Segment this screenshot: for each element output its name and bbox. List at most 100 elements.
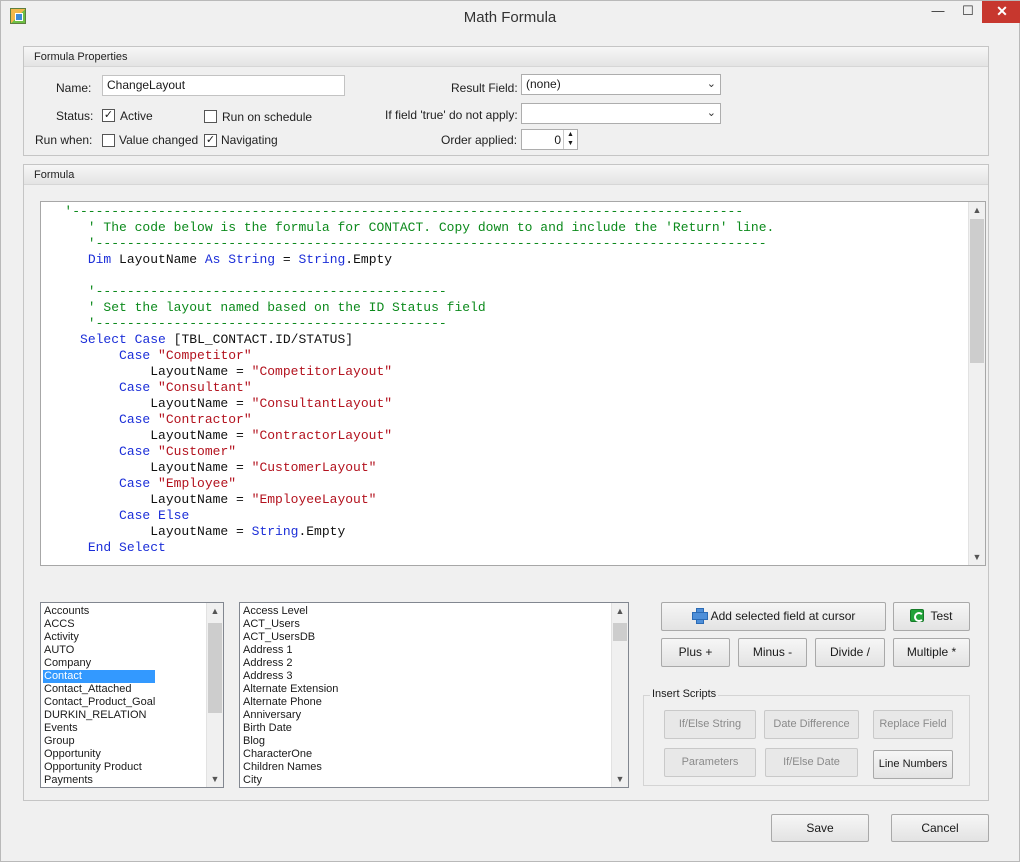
scroll-thumb[interactable] (208, 623, 222, 713)
order-applied-stepper[interactable]: 0 ▲ ▼ (521, 129, 578, 150)
run-on-schedule-label: Run on schedule (222, 110, 313, 124)
if-true-select[interactable]: ⌄ (521, 103, 721, 124)
code-line[interactable]: LayoutName = "ContractorLayout" (41, 428, 967, 444)
order-applied-value: 0 (554, 133, 561, 147)
code-line[interactable]: LayoutName = "EmployeeLayout" (41, 492, 967, 508)
line-numbers-button[interactable]: Line Numbers (873, 750, 953, 779)
code-line[interactable]: End Select (41, 540, 967, 556)
tables-list-item[interactable]: Opportunity Product (43, 761, 155, 774)
name-field[interactable]: ChangeLayout (102, 75, 345, 96)
fields-list-item[interactable]: CharacterOne (242, 748, 338, 761)
active-checkbox[interactable]: ✓ (102, 109, 115, 122)
code-line[interactable]: '---------------------------------------… (41, 284, 967, 300)
test-button[interactable]: Test (893, 602, 970, 631)
fields-list-item[interactable]: Children Names (242, 761, 338, 774)
code-line[interactable]: Case Else (41, 508, 967, 524)
fields-list-item[interactable]: Access Level (242, 605, 338, 618)
code-line[interactable]: Case "Consultant" (41, 380, 967, 396)
tables-list-item[interactable]: Contact_Product_Goal (43, 696, 155, 709)
close-button[interactable]: ✕ (982, 1, 1020, 23)
if-else-string-button[interactable]: If/Else String (664, 710, 756, 739)
if-true-label: If field 'true' do not apply: (385, 108, 518, 122)
multiple-button[interactable]: Multiple * (893, 638, 970, 667)
date-difference-button[interactable]: Date Difference (764, 710, 859, 739)
tables-list-item[interactable]: Contact (43, 670, 156, 683)
value-changed-label: Value changed (119, 133, 199, 147)
code-line[interactable]: LayoutName = String.Empty (41, 524, 967, 540)
plus-button[interactable]: Plus + (661, 638, 730, 667)
code-line[interactable]: ' The code below is the formula for CONT… (41, 220, 967, 236)
formula-code-editor[interactable]: '---------------------------------------… (40, 201, 986, 566)
tables-list-item[interactable]: Company (43, 657, 155, 670)
code-line[interactable]: '---------------------------------------… (41, 204, 967, 220)
tables-list-item[interactable]: Events (43, 722, 155, 735)
fields-list-item[interactable]: Alternate Phone (242, 696, 338, 709)
tables-list-item[interactable]: Payments (43, 774, 155, 787)
code-content[interactable]: '---------------------------------------… (41, 204, 967, 556)
name-label: Name: (56, 81, 92, 95)
code-line[interactable]: Case "Competitor" (41, 348, 967, 364)
code-line[interactable]: LayoutName = "CustomerLayout" (41, 460, 967, 476)
tables-listbox[interactable]: Accounts ACCS Activity AUTO Company Contact Co… (40, 602, 224, 788)
fields-scrollbar[interactable]: ▲ ▼ (611, 603, 628, 787)
editor-scrollbar[interactable]: ▲ ▼ (968, 202, 985, 565)
fields-list-item[interactable]: Anniversary (242, 709, 338, 722)
tables-list-item[interactable]: Group (43, 735, 155, 748)
tables-list-item[interactable]: DURKIN_RELATION (43, 709, 155, 722)
code-line[interactable]: Dim LayoutName As String = String.Empty (41, 252, 967, 268)
fields-list-item[interactable]: City (242, 774, 338, 787)
tables-list-item[interactable]: AUTO (43, 644, 155, 657)
code-line[interactable] (41, 268, 967, 284)
scroll-down-icon[interactable]: ▼ (612, 771, 628, 787)
scroll-thumb[interactable] (970, 219, 984, 363)
divide-button[interactable]: Divide / (815, 638, 885, 667)
parameters-button[interactable]: Parameters (664, 748, 756, 777)
code-line[interactable]: '---------------------------------------… (41, 316, 967, 332)
fields-list-item[interactable]: Alternate Extension (242, 683, 338, 696)
fields-list-item[interactable]: ACT_Users (242, 618, 338, 631)
tables-list-item[interactable]: ACCS (43, 618, 155, 631)
code-line[interactable]: LayoutName = "CompetitorLayout" (41, 364, 967, 380)
result-field-select[interactable]: (none) ⌄ (521, 74, 721, 95)
tables-list-item[interactable]: Opportunity (43, 748, 155, 761)
scroll-down-icon[interactable]: ▼ (969, 549, 985, 565)
code-line[interactable]: Case "Customer" (41, 444, 967, 460)
title-bar[interactable]: Math Formula — ☐ ✕ (1, 1, 1020, 32)
scroll-up-icon[interactable]: ▲ (612, 603, 628, 619)
code-line[interactable]: ' Set the layout named based on the ID S… (41, 300, 967, 316)
stepper-arrows-icon[interactable]: ▲ ▼ (563, 130, 577, 149)
cancel-button[interactable]: Cancel (891, 814, 989, 842)
scroll-down-icon[interactable]: ▼ (207, 771, 223, 787)
value-changed-checkbox[interactable] (102, 134, 115, 147)
minimize-button[interactable]: — (924, 1, 952, 23)
fields-list-item[interactable]: Address 2 (242, 657, 338, 670)
tables-list-item[interactable]: Activity (43, 631, 155, 644)
fields-list-item[interactable]: Address 3 (242, 670, 338, 683)
fields-list-item[interactable]: ACT_UsersDB (242, 631, 338, 644)
minus-button[interactable]: Minus - (738, 638, 807, 667)
fields-list-item[interactable]: Birth Date (242, 722, 338, 735)
fields-list-item[interactable]: Blog (242, 735, 338, 748)
order-applied-label: Order applied: (441, 133, 518, 147)
code-line[interactable]: Case "Contractor" (41, 412, 967, 428)
tables-scrollbar[interactable]: ▲ ▼ (206, 603, 223, 787)
fields-listbox[interactable]: Access Level ACT_Users ACT_UsersDB Address … (239, 602, 629, 788)
add-field-button[interactable]: Add selected field at cursor (661, 602, 886, 631)
chevron-down-icon: ⌄ (706, 107, 716, 119)
code-line[interactable]: LayoutName = "ConsultantLayout" (41, 396, 967, 412)
replace-field-button[interactable]: Replace Field (873, 710, 953, 739)
if-else-date-button[interactable]: If/Else Date (765, 748, 858, 777)
tables-list-item[interactable]: Contact_Attached (43, 683, 155, 696)
tables-list-item[interactable]: Accounts (43, 605, 155, 618)
scroll-thumb[interactable] (613, 623, 627, 641)
navigating-checkbox[interactable]: ✓ (204, 134, 217, 147)
code-line[interactable]: '---------------------------------------… (41, 236, 967, 252)
maximize-button[interactable]: ☐ (954, 1, 982, 23)
scroll-up-icon[interactable]: ▲ (969, 202, 985, 218)
code-line[interactable]: Select Case [TBL_CONTACT.ID/STATUS] (41, 332, 967, 348)
save-button[interactable]: Save (771, 814, 869, 842)
fields-list-item[interactable]: Address 1 (242, 644, 338, 657)
scroll-up-icon[interactable]: ▲ (207, 603, 223, 619)
code-line[interactable]: Case "Employee" (41, 476, 967, 492)
run-on-schedule-checkbox[interactable] (204, 110, 217, 123)
